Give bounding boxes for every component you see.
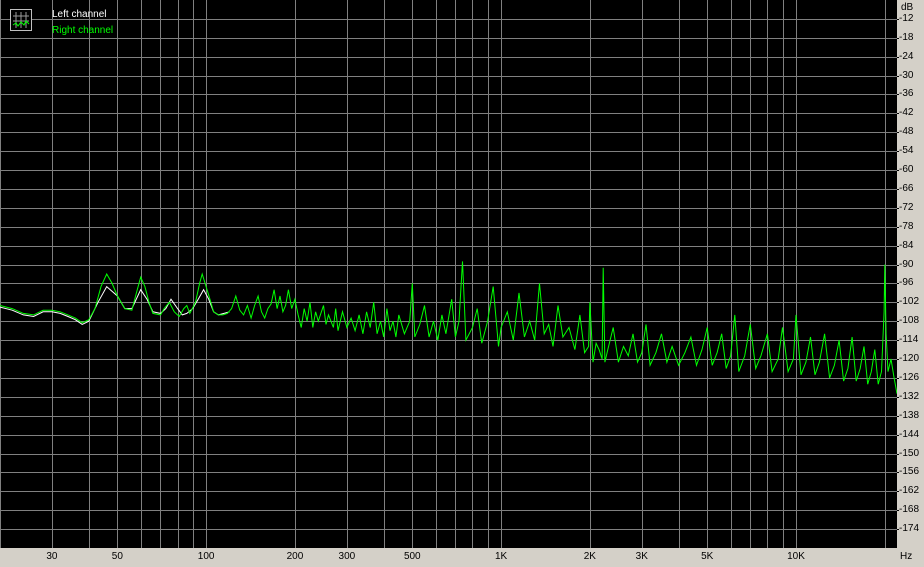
spectrum-svg [0, 0, 897, 548]
y-tick-label: -132 [899, 390, 920, 402]
spectrum-plot-area [0, 0, 897, 548]
y-tick-label: -12 [899, 12, 914, 24]
legend-entry-left: Left channel [52, 9, 107, 20]
y-tick-label: -138 [899, 409, 920, 421]
x-tick-label: 500 [403, 551, 421, 562]
y-tick-label: -150 [899, 447, 920, 459]
series-line-left-channel [0, 285, 230, 325]
x-tick-label: 30 [46, 551, 58, 562]
x-tick-label: 3K [635, 551, 648, 562]
y-tick-label: -114 [899, 334, 919, 346]
series-line-right-channel [0, 261, 897, 394]
x-axis: Hz 30 50 100 200 300 500 1K 2K 3K 5K 10K [0, 548, 924, 567]
y-tick-label: -162 [899, 485, 920, 497]
y-tick-label: -42 [899, 107, 914, 119]
y-axis: dB -12 -18 -24 -30 -36 -42 -48 -54 -60 -66 -72 -78 -… [897, 0, 924, 548]
y-tick-label: -174 [899, 523, 920, 535]
y-tick-label: -120 [899, 353, 920, 365]
x-tick-label: 100 [197, 551, 215, 562]
y-tick-label: -72 [899, 201, 914, 213]
y-tick-label: -60 [899, 164, 914, 176]
y-tick-label: -156 [899, 466, 920, 478]
y-tick-label: -18 [899, 31, 914, 43]
x-tick-label: 2K [583, 551, 596, 562]
y-tick-label: -84 [899, 239, 914, 251]
x-tick-label: 1K [494, 551, 508, 562]
x-tick-label: 5K [701, 551, 714, 562]
y-tick-label: -48 [899, 126, 914, 138]
y-tick-label: -54 [899, 145, 914, 157]
x-tick-label: 50 [111, 551, 123, 562]
y-axis-unit-label: dB [901, 2, 914, 13]
y-tick-label: -66 [899, 182, 914, 194]
y-tick-label: -108 [899, 315, 920, 327]
legend-graph-icon [10, 9, 32, 31]
y-tick-label: -90 [899, 258, 914, 270]
y-tick-label: -144 [899, 428, 920, 440]
legend-entry-right: Right channel [52, 25, 114, 36]
x-tick-label: 300 [338, 551, 356, 562]
y-tick-label: -168 [899, 504, 920, 516]
y-tick-label: -36 [899, 88, 914, 100]
y-tick-label: -96 [899, 277, 914, 289]
y-tick-label: -24 [899, 50, 914, 62]
x-tick-label: 200 [286, 551, 304, 562]
legend-graph-glyph [12, 12, 30, 28]
x-tick-label: 10K [787, 551, 805, 562]
x-axis-unit-label: Hz [900, 551, 913, 562]
y-tick-label: -30 [899, 69, 914, 81]
y-tick-label: -126 [899, 371, 920, 383]
y-tick-label: -78 [899, 220, 914, 232]
y-tick-label: -102 [899, 296, 920, 308]
